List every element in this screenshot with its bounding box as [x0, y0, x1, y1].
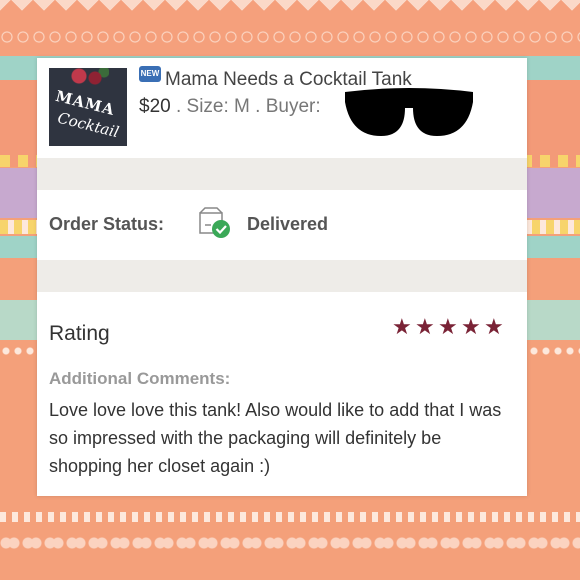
star-icon: ★: [484, 314, 504, 339]
divider: [37, 260, 527, 292]
listing-size-buyer: . Size: M . Buyer:: [170, 96, 321, 117]
order-card: MAMA Cocktail NEW Mama Needs a Cocktail …: [37, 58, 527, 496]
order-status-row: Order Status: Delivered: [37, 190, 527, 260]
additional-comments-label: Additional Comments:: [49, 369, 231, 388]
listing-price: $20: [139, 96, 171, 117]
star-icon: ★: [392, 314, 412, 339]
order-status-value: Delivered: [247, 214, 329, 234]
listing-thumbnail[interactable]: MAMA Cocktail: [49, 68, 127, 146]
star-icon: ★: [415, 314, 435, 339]
sunglasses-redaction-icon: [345, 88, 473, 136]
divider: [37, 158, 527, 190]
box-delivered-icon: [199, 207, 230, 238]
star-icon: ★: [438, 314, 458, 339]
listing-details: $20 . Size: M . Buyer:: [139, 96, 321, 118]
review-comment: Love love love this tank! Also would lik…: [49, 400, 502, 476]
review-section: Rating ★ ★ ★ ★ ★ Additional Comments: Lo…: [37, 292, 527, 496]
rating-label: Rating: [49, 322, 110, 345]
star-icon: ★: [461, 314, 481, 339]
new-badge-icon: NEW: [139, 66, 161, 82]
order-status-label: Order Status:: [49, 214, 165, 234]
listing-row[interactable]: MAMA Cocktail NEW Mama Needs a Cocktail …: [37, 58, 527, 158]
star-rating: ★ ★ ★ ★ ★: [392, 314, 504, 339]
